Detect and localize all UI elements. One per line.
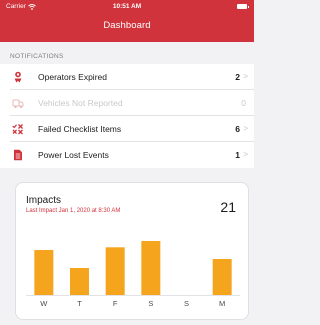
chevron-right-icon: > (243, 72, 248, 81)
chart-bar (212, 259, 232, 295)
chart-bar (34, 250, 54, 295)
failed-checklist-icon (12, 124, 23, 135)
chart-tick-label: W (40, 299, 48, 308)
item-label: Vehicles Not Reported (38, 98, 123, 108)
chart-tick-label: S (184, 299, 189, 308)
chevron-right-icon: > (243, 150, 248, 159)
person-badge-icon (14, 71, 22, 83)
notifications-list: Operators Expired 2 > Vehicles Not Repor… (0, 64, 254, 168)
status-time: 10:51 AM (112, 3, 142, 10)
item-count: 0 (241, 98, 246, 108)
item-label: Operators Expired (38, 72, 107, 82)
document-icon (14, 149, 22, 161)
notification-item-power-lost[interactable]: Power Lost Events 1 > (0, 142, 254, 168)
chevron-right-icon: > (243, 124, 248, 133)
page-title: Dashboard (103, 20, 151, 31)
notification-item-operators-expired[interactable]: Operators Expired 2 > (0, 64, 254, 90)
chart-tick-label: S (148, 299, 153, 308)
impacts-bar-chart: WTFSSM (26, 241, 240, 308)
notifications-section-header: NOTIFICATIONS (10, 53, 64, 60)
status-bar: Carrier 10:51 AM (0, 0, 254, 16)
notification-item-vehicles-not-reported: Vehicles Not Reported 0 (0, 90, 254, 116)
notification-item-failed-checklist[interactable]: Failed Checklist Items 6 > (0, 116, 254, 142)
app-header: Carrier 10:51 AM Dashboard (0, 0, 254, 42)
item-count: 2 (235, 72, 240, 82)
chart-tick-label: T (77, 299, 82, 308)
chart-tick-label: M (219, 299, 225, 308)
item-count: 6 (235, 124, 240, 134)
vehicle-icon (12, 99, 24, 109)
chart-bar (105, 247, 125, 295)
battery-icon (237, 4, 249, 9)
impacts-card[interactable]: Impacts Last Impact Jan 1, 2020 at 8:30 … (15, 182, 249, 320)
chart-bar (141, 241, 161, 295)
item-label: Failed Checklist Items (38, 124, 122, 134)
chart-tick-label: F (113, 299, 118, 308)
item-label: Power Lost Events (38, 150, 109, 160)
chart-bar (70, 268, 89, 295)
item-count: 1 (235, 150, 240, 160)
